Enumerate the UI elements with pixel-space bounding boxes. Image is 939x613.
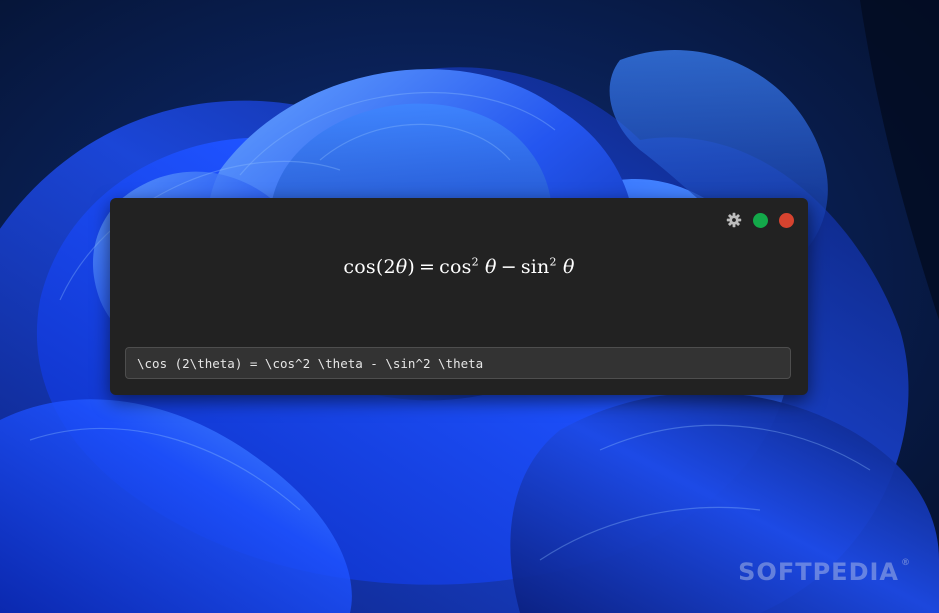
formula-term2-exponent: 2: [549, 255, 557, 269]
maximize-button[interactable]: [753, 212, 768, 228]
formula-equals-sign: =: [419, 256, 436, 278]
formula-lhs-coefficient: 2: [383, 256, 396, 278]
formula-lhs-function: cos: [343, 256, 376, 278]
formula-lhs-variable: θ: [395, 256, 408, 278]
latex-preview-window: cos(2θ) = cos2 θ − sin2 θ: [110, 198, 808, 395]
formula-term1-function: cos: [439, 256, 472, 278]
softpedia-watermark: SOFTPEDIA ®: [738, 558, 911, 586]
formula-term2-function: sin: [520, 256, 550, 278]
rendered-formula: cos(2θ) = cos2 θ − sin2 θ: [110, 256, 808, 278]
watermark-registered-mark: ®: [901, 558, 911, 568]
watermark-text: SOFTPEDIA: [738, 558, 899, 586]
formula-term2-variable: θ: [562, 256, 575, 278]
latex-input[interactable]: [125, 347, 791, 379]
window-controls: [726, 212, 794, 228]
formula-term1-variable: θ: [485, 256, 497, 278]
close-button[interactable]: [779, 212, 794, 228]
gear-icon[interactable]: [726, 212, 742, 228]
formula-term1-exponent: 2: [471, 255, 479, 269]
formula-minus-sign: −: [500, 256, 517, 278]
formula-lhs-close-paren: ): [407, 256, 416, 278]
